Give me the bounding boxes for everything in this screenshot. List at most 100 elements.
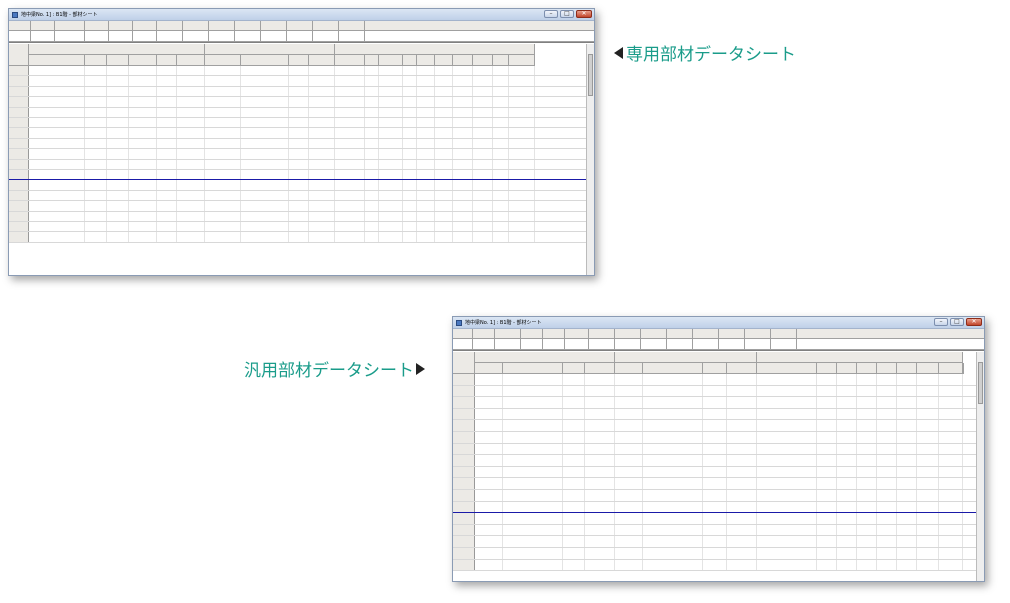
table-cell[interactable] (157, 201, 177, 211)
table-cell[interactable] (309, 107, 335, 117)
table-cell[interactable] (837, 524, 857, 536)
table-cell[interactable] (857, 420, 877, 431)
table-cell[interactable] (365, 232, 379, 242)
table-cell[interactable] (563, 490, 585, 501)
table-cell[interactable] (435, 222, 453, 232)
table-cell[interactable] (857, 455, 877, 466)
table-cell[interactable] (417, 107, 435, 117)
table-cell[interactable] (85, 159, 107, 169)
table-cell[interactable] (727, 559, 757, 571)
table-cell[interactable] (643, 559, 703, 571)
table-cell[interactable] (289, 190, 309, 201)
form-value-3[interactable] (85, 31, 109, 42)
table-cell[interactable] (837, 490, 857, 501)
table-cell[interactable] (509, 232, 535, 242)
table-cell[interactable] (129, 138, 157, 149)
table-cell[interactable] (365, 107, 379, 117)
table-cell[interactable] (585, 524, 615, 536)
table-cell[interactable] (503, 466, 563, 478)
close-button[interactable]: ✕ (576, 10, 592, 18)
table-cell[interactable] (509, 170, 535, 180)
table-cell[interactable] (309, 190, 335, 201)
table-cell[interactable] (241, 211, 289, 221)
table-cell[interactable] (493, 107, 509, 117)
table-cell[interactable] (85, 190, 107, 201)
table-cell[interactable] (85, 128, 107, 138)
table-cell[interactable] (157, 97, 177, 107)
table-cell[interactable] (939, 524, 963, 536)
form-value-1[interactable] (31, 31, 55, 42)
table-cell[interactable] (473, 180, 493, 190)
table-cell[interactable] (503, 536, 563, 547)
table-cell[interactable] (615, 490, 643, 501)
table-cell[interactable] (727, 536, 757, 547)
table-cell[interactable] (335, 170, 365, 180)
table-cell[interactable] (379, 128, 403, 138)
table-cell[interactable] (241, 170, 289, 180)
table-cell[interactable] (475, 559, 503, 571)
table-cell[interactable] (453, 222, 473, 232)
table-cell[interactable] (475, 501, 503, 513)
table-cell[interactable] (435, 201, 453, 211)
table-cell[interactable] (897, 455, 917, 466)
table-cell[interactable] (107, 138, 129, 149)
table-cell[interactable] (453, 159, 473, 169)
table-cell[interactable] (379, 76, 403, 86)
table-cell[interactable] (703, 501, 727, 513)
table-cell[interactable] (85, 107, 107, 117)
table-cell[interactable] (417, 128, 435, 138)
table-cell[interactable] (509, 128, 535, 138)
table-cell[interactable] (615, 408, 643, 420)
table-cell[interactable] (85, 138, 107, 149)
table-cell[interactable] (309, 149, 335, 159)
table-cell[interactable] (335, 118, 365, 128)
table-cell[interactable] (29, 180, 85, 190)
table-cell[interactable] (939, 501, 963, 513)
table-cell[interactable] (107, 149, 129, 159)
table-cell[interactable] (289, 159, 309, 169)
table-cell[interactable] (917, 548, 939, 559)
table-cell[interactable] (379, 86, 403, 97)
table-cell[interactable] (473, 211, 493, 221)
table-cell[interactable] (205, 97, 241, 107)
table-cell[interactable] (157, 107, 177, 117)
table-cell[interactable] (129, 201, 157, 211)
table-cell[interactable] (563, 513, 585, 524)
table-cell[interactable] (417, 76, 435, 86)
table-cell[interactable] (403, 97, 417, 107)
table-cell[interactable] (309, 201, 335, 211)
table-cell[interactable] (29, 66, 85, 76)
table-cell[interactable] (107, 97, 129, 107)
table-cell[interactable] (817, 408, 837, 420)
table-cell[interactable] (309, 211, 335, 221)
table-cell[interactable] (493, 86, 509, 97)
table-cell[interactable] (107, 201, 129, 211)
table-cell[interactable] (509, 107, 535, 117)
table-cell[interactable] (615, 524, 643, 536)
table-cell[interactable] (837, 455, 857, 466)
table-cell[interactable] (85, 211, 107, 221)
table-cell[interactable] (939, 455, 963, 466)
table-cell[interactable] (107, 159, 129, 169)
table-cell[interactable] (727, 490, 757, 501)
table-cell[interactable] (85, 222, 107, 232)
table-cell[interactable] (857, 501, 877, 513)
table-cell[interactable] (379, 232, 403, 242)
form-value-2[interactable] (495, 339, 521, 350)
table-cell[interactable] (417, 159, 435, 169)
table-cell[interactable] (585, 385, 615, 397)
table-cell[interactable] (435, 211, 453, 221)
table-cell[interactable] (643, 432, 703, 443)
table-cell[interactable] (897, 513, 917, 524)
table-cell[interactable] (585, 478, 615, 489)
table-cell[interactable] (877, 559, 897, 571)
table-cell[interactable] (241, 97, 289, 107)
table-cell[interactable] (877, 455, 897, 466)
table-cell[interactable] (177, 190, 205, 201)
table-cell[interactable] (817, 443, 837, 455)
table-cell[interactable] (107, 118, 129, 128)
table-cell[interactable] (453, 76, 473, 86)
table-cell[interactable] (403, 232, 417, 242)
table-cell[interactable] (177, 138, 205, 149)
table-cell[interactable] (417, 211, 435, 221)
